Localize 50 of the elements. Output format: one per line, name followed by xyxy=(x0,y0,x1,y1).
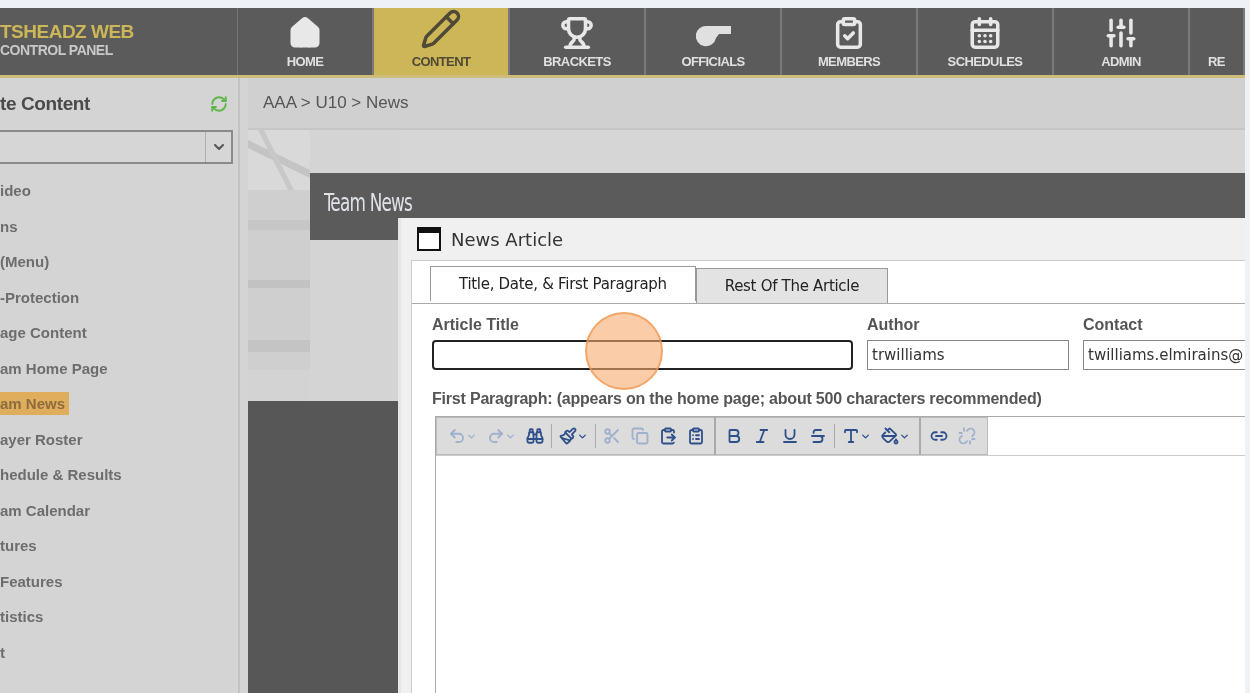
fill-color-icon xyxy=(881,427,899,445)
sliders-icon xyxy=(1104,16,1138,50)
field-label: Author xyxy=(867,316,921,334)
nav-tab[interactable]: CONTENT xyxy=(374,8,510,75)
sidebar-item[interactable]: tistics xyxy=(0,605,48,628)
tab[interactable]: Title, Date, & First Paragraph xyxy=(430,266,696,301)
input-field[interactable] xyxy=(432,340,853,370)
sidebar-item[interactable]: am Home Page xyxy=(0,356,112,380)
sidebar-item[interactable]: (Menu) xyxy=(0,250,54,273)
breadcrumb: AAA > U10 > News xyxy=(263,93,409,113)
sidebar-item[interactable]: age Content xyxy=(0,321,91,344)
dropdown-field[interactable] xyxy=(0,130,233,164)
brand-title: TSHEADZ WEB xyxy=(0,22,135,42)
paste-icon xyxy=(659,427,677,445)
unlink-icon xyxy=(958,427,976,445)
section-title: Team News xyxy=(324,191,413,215)
sidebar-item[interactable]: tures xyxy=(0,534,41,557)
redo-icon xyxy=(487,427,505,445)
underline-icon xyxy=(781,427,799,445)
copy-icon xyxy=(631,427,649,445)
trophy-icon xyxy=(560,16,594,50)
tab[interactable]: Rest Of The Article xyxy=(695,268,889,303)
dialog-title: News Article xyxy=(451,228,564,250)
brand-subtitle: CONTROL PANEL xyxy=(0,42,114,59)
strikethrough-icon xyxy=(809,427,827,445)
sidebar-item[interactable]: ideo xyxy=(0,179,35,202)
sidebar-item[interactable]: -Protection xyxy=(0,285,84,309)
brush-icon xyxy=(559,427,577,445)
sidebar-item[interactable]: ns xyxy=(0,214,22,238)
calendar-icon xyxy=(968,16,1002,50)
font-color-icon xyxy=(842,427,860,445)
field-label: Article Title xyxy=(432,316,520,334)
sidebar-item[interactable]: am Calendar xyxy=(0,498,95,522)
field-label: First Paragraph: (appears on the home page; about 500 characters recommended) xyxy=(431,389,1043,408)
undo-icon xyxy=(448,427,466,445)
input-field[interactable]: twilliams.elmirains@ xyxy=(1083,340,1245,370)
sidebar-item[interactable]: t xyxy=(0,640,9,664)
window-icon xyxy=(417,227,441,251)
sidebar-item[interactable]: hedule & Results xyxy=(0,463,126,486)
sidebar-item[interactable]: am News xyxy=(0,392,70,415)
paste-text-icon xyxy=(687,427,705,445)
sidebar-title: te Content xyxy=(0,93,90,115)
sidebar-item[interactable]: Features xyxy=(0,569,67,593)
italic-icon xyxy=(753,427,771,445)
input-field[interactable]: trwilliams xyxy=(867,340,1069,370)
sidebar-item[interactable]: ayer Roster xyxy=(0,427,87,451)
binoculars-icon xyxy=(526,427,544,445)
home-icon xyxy=(288,16,322,50)
field-label: Contact xyxy=(1083,316,1144,334)
scissors-icon xyxy=(603,427,621,445)
